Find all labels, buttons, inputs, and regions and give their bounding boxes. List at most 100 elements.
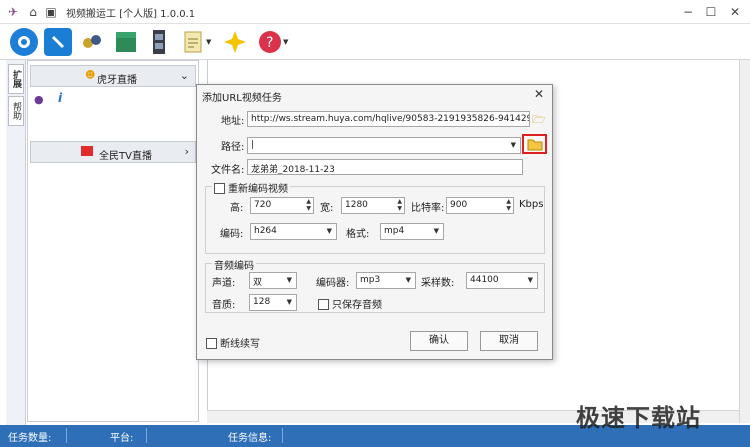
help-icon[interactable]: ? bbox=[256, 28, 284, 56]
address-input[interactable]: http://ws.stream.huya.com/hqlive/90583-2… bbox=[247, 111, 530, 127]
quanmin-logo-icon bbox=[81, 146, 93, 156]
encoder-select[interactable]: mp3 ▼ bbox=[356, 272, 416, 289]
channel-value: 双 bbox=[253, 278, 263, 288]
chevron-down-icon: ▼ bbox=[433, 227, 439, 235]
home-icon[interactable]: ⌂ bbox=[26, 5, 40, 19]
star-icon[interactable] bbox=[221, 28, 249, 56]
format-value: mp4 bbox=[384, 226, 405, 236]
resume-checkbox[interactable]: 断线续写 bbox=[206, 335, 260, 350]
chevron-down-icon: ▼ bbox=[527, 276, 533, 284]
help-menu-arrow-icon[interactable]: ▼ bbox=[283, 38, 289, 46]
path-combobox[interactable]: | ▼ bbox=[247, 137, 521, 154]
bitrate-unit: Kbps bbox=[519, 199, 544, 210]
accordion-quanmin-label: 全民TV直播 bbox=[99, 151, 152, 162]
vertical-scrollbar[interactable] bbox=[739, 60, 750, 423]
add-url-task-dialog: 添加URL视频任务 ✕ 地址: http://ws.stream.huya.co… bbox=[196, 84, 553, 360]
side-panel: ☻ 虎牙直播 ⌄ ● i 全民TV直播 › bbox=[27, 60, 199, 422]
encoder-value: mp3 bbox=[360, 275, 381, 285]
status-task-count: 任务数量: bbox=[8, 433, 52, 444]
format-select[interactable]: mp4 ▼ bbox=[380, 223, 444, 240]
address-folder-icon[interactable]: 🗁 bbox=[532, 111, 546, 130]
folder-icon bbox=[527, 139, 543, 151]
tab-help[interactable]: 帮助 bbox=[8, 96, 24, 126]
channel-select[interactable]: 双 ▼ bbox=[249, 272, 297, 289]
samplerate-value: 44100 bbox=[470, 275, 499, 285]
document-icon[interactable] bbox=[179, 28, 207, 56]
status-separator bbox=[282, 428, 283, 443]
samplerate-label: 采样数: bbox=[421, 278, 455, 289]
height-label: 高: bbox=[230, 203, 244, 214]
add-task-icon[interactable] bbox=[10, 28, 38, 56]
quality-value: 128 bbox=[253, 297, 271, 307]
width-value: 1280 bbox=[345, 200, 368, 210]
accordion-quanmin[interactable]: 全民TV直播 › bbox=[30, 141, 196, 163]
width-spinner[interactable]: 1280 ▲ ▼ bbox=[341, 197, 405, 214]
minimize-button[interactable]: − bbox=[680, 4, 696, 20]
eggplant-icon[interactable]: ● bbox=[34, 93, 44, 106]
reencode-checkbox-box[interactable] bbox=[214, 183, 225, 194]
codec-value: h264 bbox=[254, 226, 277, 236]
browse-folder-button[interactable] bbox=[522, 134, 547, 154]
chevron-down-icon: ▼ bbox=[326, 227, 332, 235]
chevron-down-icon: ▼ bbox=[405, 276, 411, 284]
audio-only-label: 只保存音频 bbox=[332, 300, 382, 311]
svg-text:?: ? bbox=[266, 35, 273, 51]
cancel-button[interactable]: 取消 bbox=[480, 331, 538, 351]
dialog-close-button[interactable]: ✕ bbox=[534, 87, 544, 101]
codec-label: 编码: bbox=[220, 229, 244, 240]
skin-icon[interactable]: ▣ bbox=[44, 5, 58, 19]
tab-extensions[interactable]: 扩展 bbox=[8, 64, 24, 94]
audio-only-checkbox-box[interactable] bbox=[318, 299, 329, 310]
height-spinner[interactable]: 720 ▲ ▼ bbox=[250, 197, 314, 214]
package-icon[interactable] bbox=[112, 28, 140, 56]
reencode-label: 重新编码视频 bbox=[228, 184, 288, 195]
encoder-label: 编码器: bbox=[316, 278, 350, 289]
ok-button[interactable]: 确认 bbox=[410, 331, 468, 351]
quality-select[interactable]: 128 ▼ bbox=[249, 294, 297, 311]
status-platform: 平台: bbox=[110, 433, 134, 444]
video-encode-group: 重新编码视频 高: 720 ▲ ▼ 宽: 1280 ▲ ▼ 比特率: 900 ▲ ▼ Kbp… bbox=[205, 180, 545, 254]
spinner-arrows-icon[interactable]: ▲ ▼ bbox=[306, 198, 311, 212]
window-title: 视频搬运工 [个人版] 1.0.0.1 bbox=[66, 9, 196, 20]
info-icon[interactable]: i bbox=[58, 91, 62, 105]
close-button[interactable]: ✕ bbox=[727, 4, 743, 20]
resume-checkbox-box[interactable] bbox=[206, 338, 217, 349]
filename-label: 文件名: bbox=[211, 165, 245, 176]
width-label: 宽: bbox=[320, 203, 334, 214]
filename-input[interactable]: 龙弟弟_2018-11-23 bbox=[247, 159, 523, 175]
accordion-huya-label: 虎牙直播 bbox=[97, 75, 137, 86]
audio-only-checkbox[interactable]: 只保存音频 bbox=[318, 296, 382, 311]
huya-logo-icon: ☻ bbox=[85, 70, 96, 81]
vertical-tabs: 扩展 帮助 bbox=[6, 60, 26, 430]
height-value: 720 bbox=[254, 200, 272, 210]
samplerate-select[interactable]: 44100 ▼ bbox=[466, 272, 538, 289]
audio-group-title: 音频编码 bbox=[212, 257, 256, 272]
format-label: 格式: bbox=[346, 229, 370, 240]
path-label: 路径: bbox=[221, 142, 245, 153]
address-label: 地址: bbox=[221, 116, 245, 127]
status-separator bbox=[146, 428, 147, 443]
status-separator bbox=[66, 428, 67, 443]
accordion-huya[interactable]: ☻ 虎牙直播 ⌄ bbox=[30, 65, 196, 87]
chevron-down-icon: ⌄ bbox=[179, 69, 189, 82]
spinner-arrows-icon[interactable]: ▲ ▼ bbox=[397, 198, 402, 212]
bitrate-value: 900 bbox=[450, 200, 468, 210]
status-task-info: 任务信息: bbox=[228, 433, 272, 444]
chevron-down-icon: ▼ bbox=[286, 298, 292, 306]
bitrate-spinner[interactable]: 900 ▲ ▼ bbox=[446, 197, 514, 214]
link-icon[interactable] bbox=[44, 28, 72, 56]
chevron-right-icon: › bbox=[184, 145, 189, 158]
codec-select[interactable]: h264 ▼ bbox=[250, 223, 337, 240]
document-menu-arrow-icon[interactable]: ▼ bbox=[206, 38, 212, 46]
toolbar: ▼ ? ▼ bbox=[0, 24, 750, 60]
reencode-checkbox[interactable]: 重新编码视频 bbox=[212, 180, 290, 195]
settings-icon[interactable] bbox=[78, 28, 106, 56]
spinner-arrows-icon[interactable]: ▲ ▼ bbox=[506, 198, 511, 212]
path-dropdown-arrow-icon[interactable]: ▼ bbox=[511, 141, 516, 149]
maximize-button[interactable]: ☐ bbox=[703, 4, 719, 20]
chevron-down-icon: ▼ bbox=[286, 276, 292, 284]
film-icon[interactable] bbox=[145, 28, 173, 56]
watermark: 极速下载站 bbox=[576, 404, 701, 432]
resume-label: 断线续写 bbox=[220, 339, 260, 350]
channel-label: 声道: bbox=[212, 278, 236, 289]
